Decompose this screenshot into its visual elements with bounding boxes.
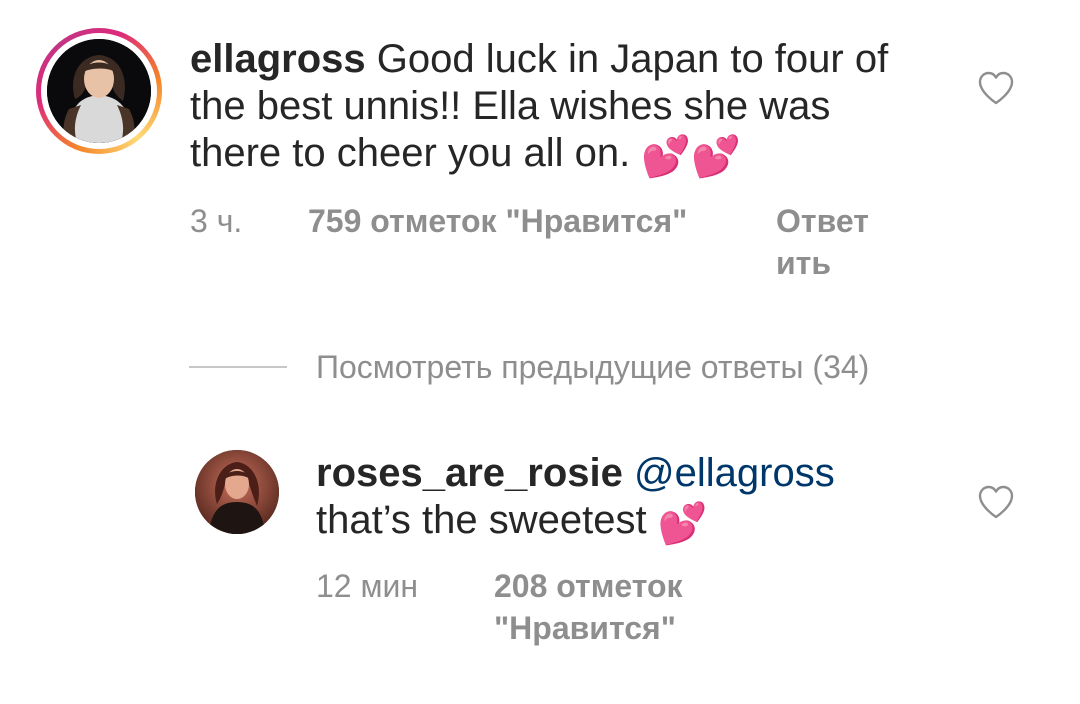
story-ring[interactable] (36, 28, 162, 154)
replies-divider (189, 366, 287, 368)
comment-timestamp[interactable]: 3 ч. (190, 200, 242, 242)
mention-link[interactable]: @ellagross (634, 451, 835, 495)
heart-icon[interactable] (976, 68, 1016, 108)
reply-timestamp[interactable]: 12 мин (316, 565, 418, 607)
reply-text: that’s the sweetest (316, 498, 658, 542)
view-previous-replies-button[interactable]: Посмотреть предыдущие ответы (34) (316, 346, 869, 388)
reply-likes-line1: 208 отметок (494, 568, 683, 604)
avatar[interactable] (47, 39, 151, 143)
reply-button-label-line1: Ответ (776, 203, 869, 239)
reply-body: roses_are_rosie @ellagross that’s the sw… (316, 450, 936, 548)
comment-likes-count[interactable]: 759 отметок "Нравится" (308, 200, 687, 242)
two-hearts-emoji: 💕 (657, 502, 708, 546)
reply-username[interactable]: roses_are_rosie (316, 451, 623, 495)
comment-username[interactable]: ellagross (190, 37, 366, 81)
comment-body: ellagross Good luck in Japan to four of … (190, 36, 930, 181)
reply-button[interactable]: Ответ ить (776, 200, 886, 284)
avatar-photo-ella (47, 39, 151, 143)
avatar[interactable] (195, 450, 279, 534)
heart-icon[interactable] (976, 482, 1016, 522)
reply-likes-count[interactable]: 208 отметок "Нравится" (494, 565, 724, 649)
comment-thread: ellagross Good luck in Japan to four of … (0, 0, 1080, 704)
reply-likes-line2: "Нравится" (494, 610, 676, 646)
avatar-photo-rosie (195, 450, 279, 534)
two-hearts-emoji: 💕💕 (641, 135, 741, 179)
reply-button-label-line2: ить (776, 245, 832, 281)
